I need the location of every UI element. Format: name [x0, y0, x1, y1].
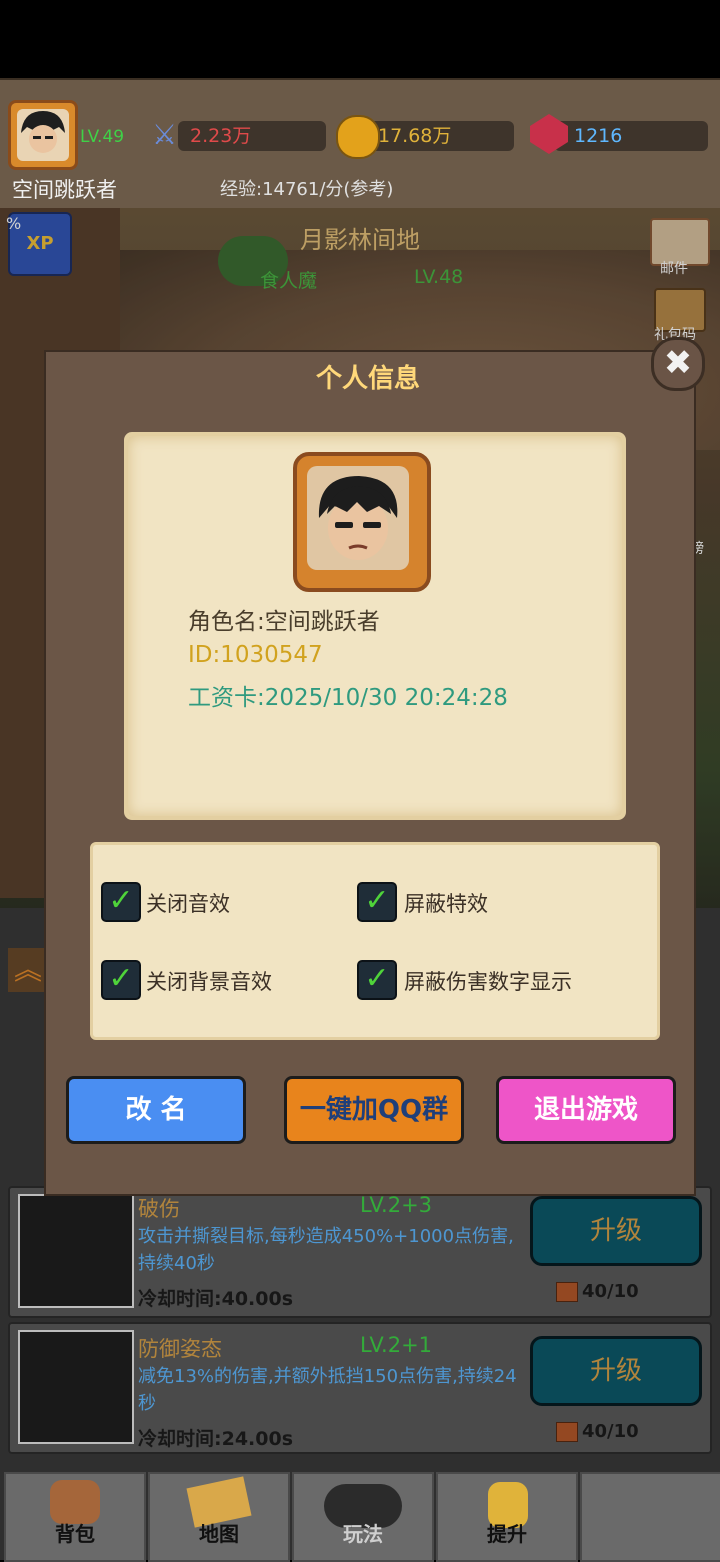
join-qq-group-button[interactable]: 一键加QQ群: [284, 1076, 464, 1144]
mute-bgm-label: 关闭背景音效: [146, 970, 272, 994]
hide-effects-label: 屏蔽特效: [404, 892, 488, 916]
mute-bgm-checkbox[interactable]: ✓: [101, 960, 141, 1000]
nav-play[interactable]: 玩法: [292, 1472, 434, 1562]
nav-backpack[interactable]: 背包: [4, 1472, 146, 1562]
swords-icon: ⚔: [152, 118, 178, 151]
nav-label: 背包: [55, 1522, 95, 1546]
settings-panel: [90, 842, 660, 1040]
salary-card: 工资卡:2025/10/30 20:24:28: [188, 685, 508, 711]
nav-extra[interactable]: [580, 1472, 720, 1562]
gold-coin-icon: [336, 115, 380, 159]
player-avatar[interactable]: [8, 100, 78, 170]
rename-button[interactable]: 改 名: [66, 1076, 246, 1144]
power-value: 2.23万: [190, 125, 252, 147]
hide-damage-numbers-checkbox[interactable]: ✓: [357, 960, 397, 1000]
exp-rate: 经验:14761/分(参考): [220, 179, 394, 200]
hide-effects-checkbox[interactable]: ✓: [357, 882, 397, 922]
role-name: 角色名:空间跳跃者: [188, 609, 380, 635]
mute-sfx-checkbox[interactable]: ✓: [101, 882, 141, 922]
nav-label: 玩法: [343, 1522, 383, 1546]
nav-upgrade[interactable]: 提升: [436, 1472, 578, 1562]
hide-damage-numbers-label: 屏蔽伤害数字显示: [404, 970, 572, 994]
player-level: LV.49: [80, 127, 125, 147]
profile-avatar: [307, 466, 409, 570]
mute-sfx-label: 关闭音效: [146, 892, 230, 916]
dialog-title: 个人信息: [315, 364, 420, 394]
exit-game-button[interactable]: 退出游戏: [496, 1076, 676, 1144]
hero-face-icon: [17, 109, 69, 161]
nav-label: 地图: [199, 1522, 239, 1546]
nav-label: 提升: [487, 1522, 527, 1546]
close-icon[interactable]: ✖: [651, 337, 705, 391]
gold-value: 17.68万: [378, 125, 452, 147]
hero-face-icon: [318, 476, 398, 560]
gem-value: 1216: [574, 125, 623, 147]
player-name: 空间跳跃者: [12, 178, 117, 202]
top-safe-area: [0, 0, 720, 78]
nav-map[interactable]: 地图: [148, 1472, 290, 1562]
player-id: ID:1030547: [188, 642, 323, 668]
